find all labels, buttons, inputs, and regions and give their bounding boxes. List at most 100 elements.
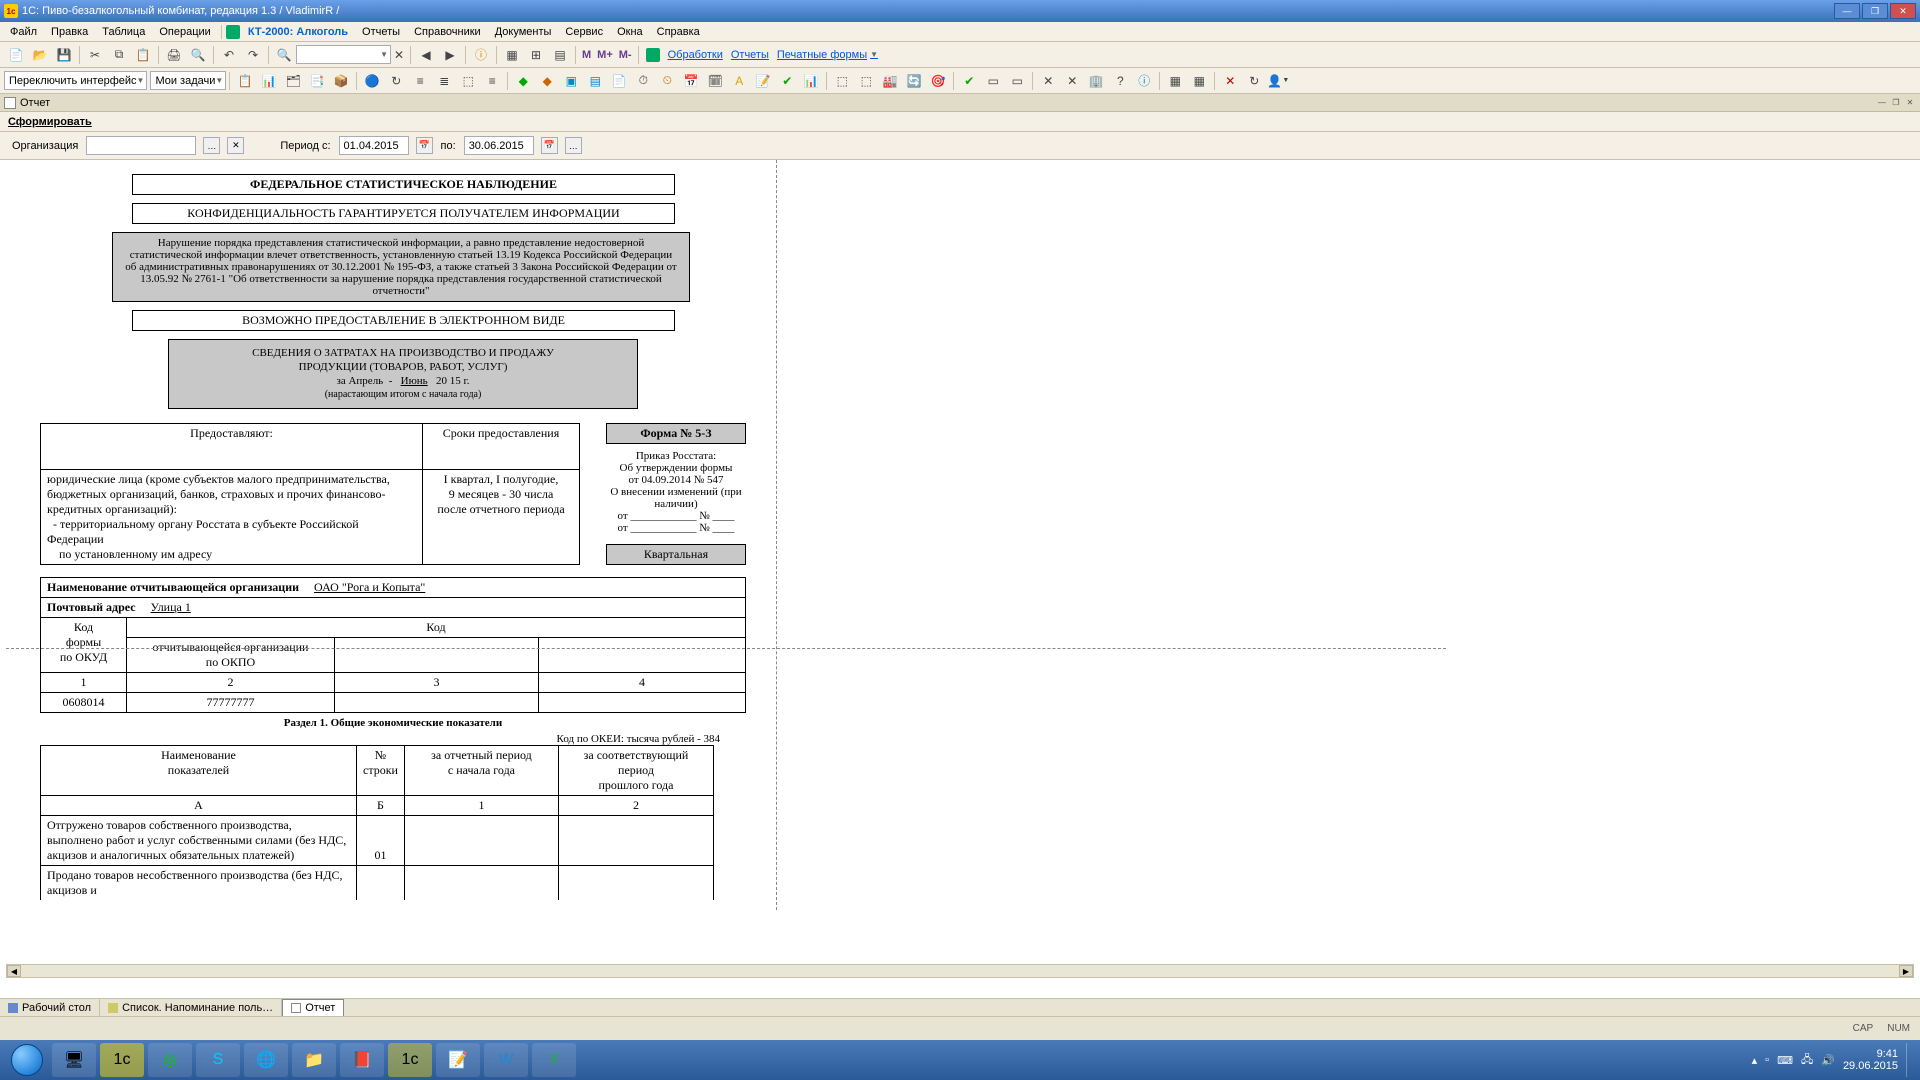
tb-icon-24[interactable]: 📊 [800, 70, 822, 92]
tb-icon-31[interactable]: ▭ [982, 70, 1004, 92]
tb-icon-36[interactable]: ? [1109, 70, 1131, 92]
switch-interface[interactable]: Переключить интерфейс▼ [4, 71, 147, 90]
period-from-input[interactable]: 01.04.2015 [339, 136, 409, 155]
taskbar-skype-icon[interactable]: S [196, 1043, 240, 1077]
tb-icon-28[interactable]: 🔄 [903, 70, 925, 92]
m-minus-icon[interactable]: M- [616, 49, 635, 61]
tb-icon-23[interactable]: ✔ [776, 70, 798, 92]
tray-network-icon[interactable]: 🖧 [1801, 1051, 1813, 1070]
taskbar-notepad-icon[interactable]: 📝 [436, 1043, 480, 1077]
tray-clock[interactable]: 9:41 29.06.2015 [1843, 1048, 1898, 1072]
merge-icon[interactable]: ⊞ [525, 44, 547, 66]
link-processing[interactable]: Обработки [664, 49, 727, 61]
tray-volume-icon[interactable]: 🔊 [1821, 1054, 1835, 1067]
tb-icon-7[interactable]: ↻ [385, 70, 407, 92]
period-to-calendar-button[interactable]: 📅 [541, 137, 558, 154]
menu-dictionaries[interactable]: Справочники [408, 24, 487, 40]
scroll-left-icon[interactable]: ◀ [7, 965, 21, 977]
scroll-right-icon[interactable]: ▶ [1899, 965, 1913, 977]
tb-icon-13[interactable]: ◆ [536, 70, 558, 92]
tb-icon-15[interactable]: ▤ [584, 70, 606, 92]
tb-icon-18[interactable]: ⏲ [656, 70, 678, 92]
m-icon[interactable]: M [579, 49, 594, 61]
undo-icon[interactable]: ↶ [218, 44, 240, 66]
paste-icon[interactable]: 📋 [132, 44, 154, 66]
menu-help[interactable]: Справка [651, 24, 706, 40]
show-desktop-button[interactable] [1906, 1043, 1914, 1077]
new-icon[interactable]: 📄 [5, 44, 27, 66]
tb-icon-4[interactable]: 📑 [306, 70, 328, 92]
redo-icon[interactable]: ↷ [242, 44, 264, 66]
tb-icon-37[interactable]: ⓘ [1133, 70, 1155, 92]
inner-close-icon[interactable]: ✕ [1904, 97, 1916, 109]
taskbar-explorer-icon[interactable]: 📁 [292, 1043, 336, 1077]
print-icon[interactable]: 🖨 [163, 44, 185, 66]
tb-icon-12[interactable]: ◆ [512, 70, 534, 92]
org-select-button[interactable]: … [203, 137, 220, 154]
tb-icon-20[interactable]: 🗓 [704, 70, 726, 92]
tb-icon-5[interactable]: 📦 [330, 70, 352, 92]
tb-icon-34[interactable]: ✕ [1061, 70, 1083, 92]
period-to-input[interactable]: 30.06.2015 [464, 136, 534, 155]
period-from-calendar-button[interactable]: 📅 [416, 137, 433, 154]
border-icon[interactable]: ▦ [501, 44, 523, 66]
form-button[interactable]: Сформировать [8, 116, 92, 128]
tb-icon-27[interactable]: 🏭 [879, 70, 901, 92]
org-input[interactable] [86, 136, 196, 155]
menu-documents[interactable]: Документы [489, 24, 558, 40]
mytasks[interactable]: Мои задачи▼ [150, 71, 226, 90]
tb-icon-30[interactable]: ✔ [958, 70, 980, 92]
menu-table[interactable]: Таблица [96, 24, 151, 40]
taskbar-1c-icon[interactable]: 1c [100, 1043, 144, 1077]
tb-icon-1[interactable]: 📋 [234, 70, 256, 92]
tb-icon-16[interactable]: 📄 [608, 70, 630, 92]
tb-icon-10[interactable]: ⬚ [457, 70, 479, 92]
menu-service[interactable]: Сервис [559, 24, 609, 40]
inner-minimize-icon[interactable]: — [1876, 97, 1888, 109]
tray-flag-icon[interactable]: ▫ [1765, 1054, 1769, 1066]
link-reports[interactable]: Отчеты [727, 49, 773, 61]
taskbar-chrome-icon[interactable]: 🌐 [244, 1043, 288, 1077]
tb-icon-11[interactable]: ≡ [481, 70, 503, 92]
menu-operations[interactable]: Операции [153, 24, 216, 40]
tb-icon-32[interactable]: ▭ [1006, 70, 1028, 92]
tb-icon-9[interactable]: ≣ [433, 70, 455, 92]
search-icon[interactable]: 🔍 [273, 44, 295, 66]
org-clear-button[interactable]: ✕ [227, 137, 244, 154]
tb-icon-38[interactable]: ▦ [1164, 70, 1186, 92]
forward-icon[interactable]: ▶ [439, 44, 461, 66]
menu-reports[interactable]: Отчеты [356, 24, 406, 40]
tab-desktop[interactable]: Рабочий стол [0, 999, 100, 1016]
search-combo[interactable]: ▼ [296, 45, 391, 64]
cells-icon[interactable]: ▤ [549, 44, 571, 66]
tb-icon-19[interactable]: 📅 [680, 70, 702, 92]
info-icon[interactable]: ⓘ [470, 44, 492, 66]
maximize-button[interactable]: ❐ [1862, 3, 1888, 19]
open-icon[interactable]: 📂 [29, 44, 51, 66]
tb-icon-14[interactable]: ▣ [560, 70, 582, 92]
tb-icon-40[interactable]: ✕ [1219, 70, 1241, 92]
report-canvas[interactable]: ФЕДЕРАЛЬНОЕ СТАТИСТИЧЕСКОЕ НАБЛЮДЕНИЕ КО… [6, 160, 1914, 996]
taskbar-monitor-icon[interactable]: 🖥 [52, 1043, 96, 1077]
back-icon[interactable]: ◀ [415, 44, 437, 66]
taskbar-1c2-icon[interactable]: 1c [388, 1043, 432, 1077]
menu-kt2000[interactable]: КТ-2000: Алкоголь [242, 24, 354, 40]
taskbar-app1-icon[interactable]: ◎ [148, 1043, 192, 1077]
taskbar-word-icon[interactable]: W [484, 1043, 528, 1077]
tb-icon-21[interactable]: A [728, 70, 750, 92]
tb-icon-25[interactable]: ⬚ [831, 70, 853, 92]
tray-expand-icon[interactable]: ▴ [1752, 1054, 1758, 1067]
save-icon[interactable]: 💾 [53, 44, 75, 66]
tab-report[interactable]: Отчет [282, 999, 344, 1016]
tb-icon-29[interactable]: 🎯 [927, 70, 949, 92]
tab-reminders[interactable]: Список. Напоминание поль… [100, 999, 282, 1016]
tb-icon-39[interactable]: ▦ [1188, 70, 1210, 92]
tb-icon-6[interactable]: 🔵 [361, 70, 383, 92]
start-button[interactable] [6, 1043, 48, 1077]
preview-icon[interactable]: 🔍 [187, 44, 209, 66]
tb-icon-8[interactable]: ≡ [409, 70, 431, 92]
tb-icon-26[interactable]: ⬚ [855, 70, 877, 92]
tb-icon-22[interactable]: 📝 [752, 70, 774, 92]
clear-search-icon[interactable]: ✕ [392, 44, 406, 66]
m-plus-icon[interactable]: M+ [594, 49, 616, 61]
